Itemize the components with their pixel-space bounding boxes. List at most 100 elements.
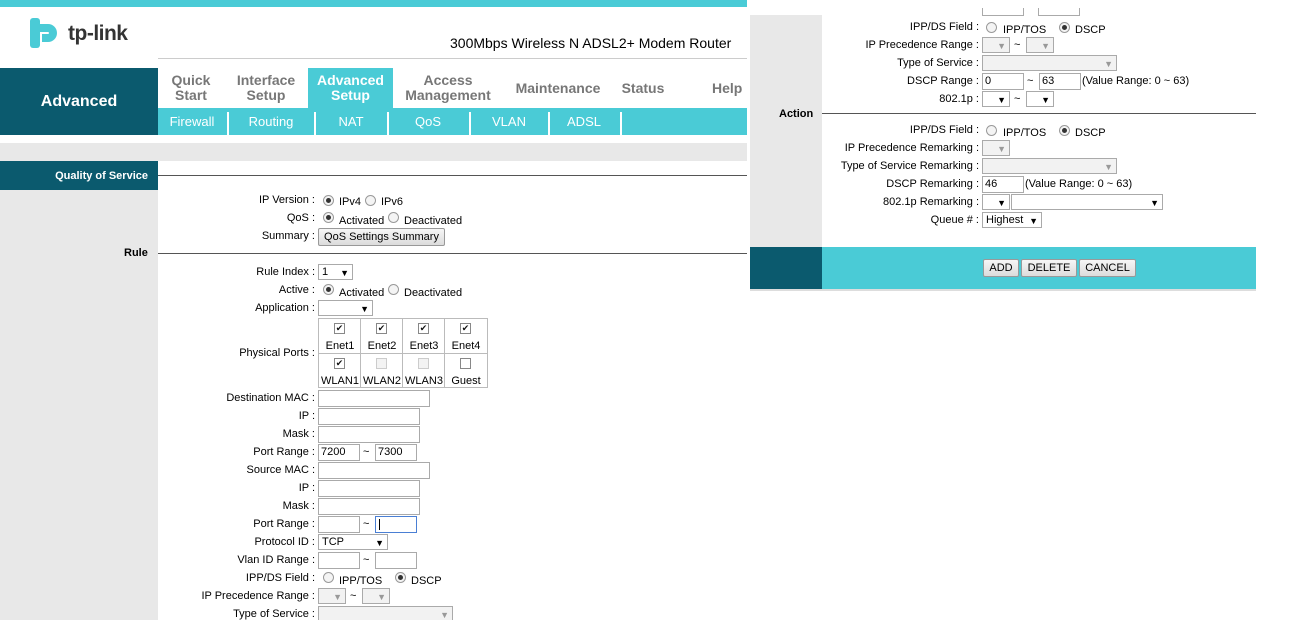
enet4-checkbox[interactable]: ✔ [460, 323, 471, 334]
text-cursor [379, 519, 380, 530]
action-section-label: Action [779, 108, 814, 120]
right-ip-precedence-to-select[interactable]: ▼ [1026, 37, 1054, 53]
8021p-remarking-detail-select[interactable]: ▼ [1011, 194, 1163, 210]
dscp-remarking-input[interactable]: 46 [982, 176, 1024, 193]
enet2-label: Enet2 [367, 340, 397, 352]
qos-settings-summary-button[interactable]: QoS Settings Summary [318, 228, 445, 246]
ipp-tos-radio[interactable] [323, 572, 334, 583]
nav-maintenance[interactable]: Maintenance [510, 68, 606, 108]
application-select[interactable]: ▼ [318, 300, 373, 316]
dscp-range-to-input[interactable]: 63 [1039, 73, 1081, 90]
wlan1-checkbox[interactable]: ✔ [334, 358, 345, 369]
source-mask-input[interactable] [318, 498, 420, 515]
cancel-button[interactable]: CANCEL [1079, 259, 1136, 277]
subnav-routing[interactable]: Routing [232, 108, 310, 135]
right-ipp-tos-radio[interactable] [986, 22, 997, 33]
subnav-adsl[interactable]: ADSL [553, 108, 615, 135]
subnav-separator [469, 112, 471, 135]
ip-precedence-from-select[interactable]: ▼ [318, 588, 346, 604]
subnav-separator [314, 112, 316, 135]
destination-port-to-input[interactable]: 7300 [375, 444, 417, 461]
enet1-checkbox[interactable]: ✔ [334, 323, 345, 334]
queue-select[interactable]: Highest ▼ [982, 212, 1042, 228]
wlan2-checkbox[interactable] [376, 358, 387, 369]
range-tilde: ~ [363, 554, 370, 566]
queue-value: Highest [986, 214, 1024, 226]
protocol-id-select[interactable]: TCP ▼ [318, 534, 388, 550]
dropdown-arrow-icon: ▼ [997, 198, 1006, 208]
subnav-nat[interactable]: NAT [319, 108, 383, 135]
source-port-from-input[interactable] [318, 516, 360, 533]
section-title: Quality of Service [0, 161, 158, 190]
right-ip-precedence-from-select[interactable]: ▼ [982, 37, 1010, 53]
ip-precedence-to-select[interactable]: ▼ [362, 588, 390, 604]
active-label: Active : [278, 284, 315, 296]
queue-label: Queue # : [930, 214, 979, 226]
subnav-qos[interactable]: QoS [392, 108, 464, 135]
right-label-column [750, 15, 822, 247]
nav-quick-start[interactable]: Quick Start [158, 68, 224, 108]
destination-port-from-input[interactable]: 7200 [318, 444, 360, 461]
header-divider [158, 58, 747, 59]
range-tilde: ~ [1014, 93, 1021, 105]
destination-mac-input[interactable] [318, 390, 430, 407]
source-mac-input[interactable] [318, 462, 430, 479]
nav-status[interactable]: Status [614, 68, 672, 108]
vlan-id-from-input[interactable] [318, 552, 360, 569]
8021p-remarking-select[interactable]: ▼ [982, 194, 1010, 210]
add-button[interactable]: ADD [983, 259, 1019, 277]
wlan3-checkbox[interactable] [418, 358, 429, 369]
destination-ip-input[interactable] [318, 408, 420, 425]
vlan-id-to-input[interactable] [375, 552, 417, 569]
enet3-checkbox[interactable]: ✔ [418, 323, 429, 334]
ipv6-radio[interactable] [365, 195, 376, 206]
cutoff-input-right [1038, 8, 1080, 16]
type-of-service-select[interactable]: ▼ [318, 606, 453, 620]
tp-link-logo-icon [30, 18, 57, 48]
enet2-checkbox[interactable]: ✔ [376, 323, 387, 334]
action-dscp-radio[interactable] [1059, 125, 1070, 136]
8021p-from-select[interactable]: ▼ [982, 91, 1010, 107]
guest-checkbox[interactable] [460, 358, 471, 369]
qos-label: QoS : [286, 212, 315, 224]
delete-button[interactable]: DELETE [1021, 259, 1077, 277]
dscp-range-from-input[interactable]: 0 [982, 73, 1024, 90]
nav-label-line2: Setup [331, 87, 370, 103]
dscp-radio[interactable] [395, 572, 406, 583]
nav-access-management[interactable]: Access Management [400, 68, 496, 108]
top-accent-bar [0, 0, 747, 7]
source-ip-input[interactable] [318, 480, 420, 497]
rule-deactivated-radio[interactable] [388, 284, 399, 295]
rule-index-select[interactable]: 1 ▼ [318, 264, 353, 280]
right-dscp-radio[interactable] [1059, 22, 1070, 33]
summary-label: Summary : [261, 230, 315, 242]
source-port-to-input[interactable] [375, 516, 417, 533]
nav-interface-setup[interactable]: Interface Setup [226, 68, 306, 108]
port-cell-enet1: ✔ Enet1 [319, 319, 361, 354]
qos-deactivated-radio[interactable] [388, 212, 399, 223]
right-type-of-service-select[interactable]: ▼ [982, 55, 1117, 71]
nav-advanced-setup[interactable]: Advanced Setup [308, 68, 393, 108]
ipv4-radio[interactable] [323, 195, 334, 206]
port-cell-wlan2: WLAN2 [361, 354, 403, 388]
ippds-field-label: IPP/DS Field : [245, 572, 315, 584]
guest-label: Guest [451, 375, 481, 387]
subnav-vlan[interactable]: VLAN [474, 108, 544, 135]
nav-help[interactable]: Help [712, 68, 747, 108]
rule-section-label: Rule [124, 247, 148, 259]
subnav-firewall[interactable]: Firewall [160, 108, 224, 135]
rule-activated-radio[interactable] [323, 284, 334, 295]
source-mask-label: Mask : [282, 500, 315, 512]
destination-mask-input[interactable] [318, 426, 420, 443]
destination-ip-label: IP : [298, 410, 315, 422]
tos-remarking-select[interactable]: ▼ [982, 158, 1117, 174]
dropdown-arrow-icon: ▼ [1041, 41, 1050, 51]
action-divider [822, 113, 1256, 114]
right-ip-precedence-range-label: IP Precedence Range : [865, 39, 979, 51]
nav-label-line1: Interface [236, 72, 296, 88]
ip-precedence-remarking-select[interactable]: ▼ [982, 140, 1010, 156]
enet3-label: Enet3 [409, 340, 439, 352]
action-ipp-tos-radio[interactable] [986, 125, 997, 136]
8021p-to-select[interactable]: ▼ [1026, 91, 1054, 107]
qos-activated-radio[interactable] [323, 212, 334, 223]
